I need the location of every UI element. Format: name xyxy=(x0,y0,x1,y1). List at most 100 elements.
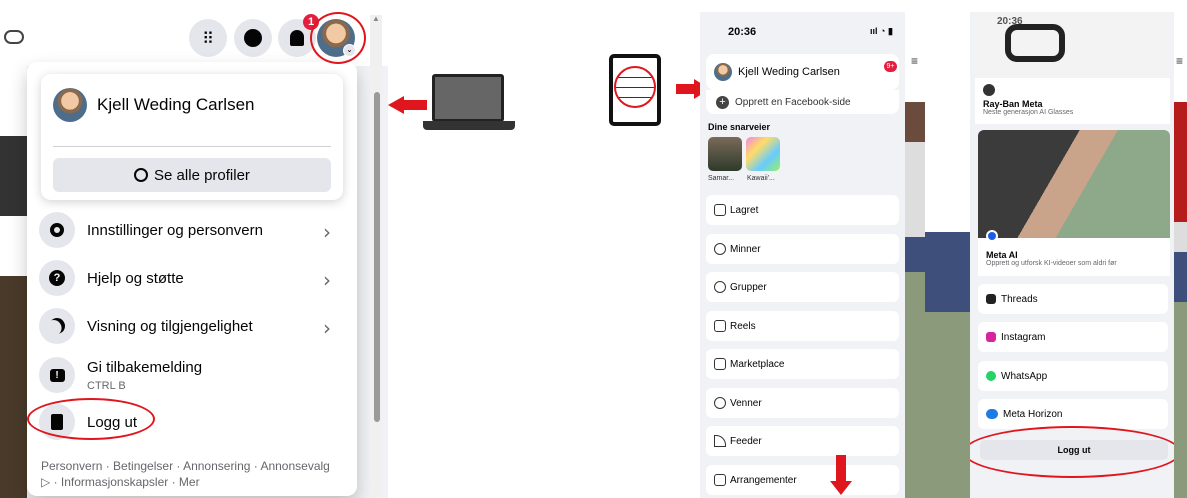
question-icon: ? xyxy=(39,260,75,296)
app-label: Threads xyxy=(1001,293,1038,305)
footer-line2[interactable]: ▷ · Informasjonskapsler · Mer xyxy=(41,474,347,490)
metaai-sub: Opprett og utforsk KI-videoer som aldri … xyxy=(986,260,1117,267)
highlight-avatar xyxy=(310,12,366,64)
metaai-image xyxy=(978,130,1170,238)
app-meta-horizon[interactable]: Meta Horizon xyxy=(978,399,1168,429)
scrollbar-thumb[interactable] xyxy=(374,92,380,422)
menu-item-label: Grupper xyxy=(730,281,767,293)
arrow-down-icon xyxy=(836,455,846,483)
calendar-icon xyxy=(714,474,726,486)
apps-menu-button[interactable]: ⠿ xyxy=(189,19,227,57)
bookmark-icon xyxy=(714,204,726,216)
menu-item-label: Marketplace xyxy=(730,358,785,370)
menu-item-label: Visning og tilgjengelighet xyxy=(87,317,253,335)
store-icon xyxy=(714,358,726,370)
menu-item-settings[interactable]: Innstillinger og personvern › xyxy=(39,207,345,253)
app-label: WhatsApp xyxy=(1001,370,1048,382)
arrow-left-icon xyxy=(388,96,404,114)
menu-item-saved[interactable]: Lagret xyxy=(706,195,899,225)
chevron-right-icon: › xyxy=(323,268,331,292)
laptop-icon xyxy=(432,74,504,122)
menu-item-label: Lagret xyxy=(730,204,759,216)
menu-item-friends[interactable]: Venner xyxy=(706,388,899,418)
menu-item-help[interactable]: ? Hjelp og støtte › xyxy=(39,255,345,301)
menu-item-events[interactable]: Arrangementer xyxy=(706,465,899,495)
feedback-icon: ! xyxy=(39,357,75,393)
groups-icon xyxy=(714,281,726,293)
rayban-icon xyxy=(983,84,995,96)
grid-icon: ⠿ xyxy=(202,28,214,48)
menu-item-feedback[interactable]: ! Gi tilbakemelding CTRL B xyxy=(39,351,345,399)
hamburger-icon xyxy=(614,66,656,108)
background-feed xyxy=(0,66,27,498)
avatar xyxy=(53,88,87,122)
app-instagram[interactable]: Instagram xyxy=(978,322,1168,352)
shortcut-label: Samar... xyxy=(708,175,735,182)
feedback-label: Gi tilbakemelding xyxy=(87,358,203,376)
status-time: 20:36 xyxy=(728,26,757,38)
menu-item-label: Minner xyxy=(730,243,761,255)
menu-item-display[interactable]: Visning og tilgjengelighet › xyxy=(39,303,345,349)
phone1-side-strip xyxy=(905,12,925,498)
profile-row[interactable]: Kjell Weding Carlsen xyxy=(706,54,899,90)
plus-icon: + xyxy=(716,95,729,109)
metaai-card[interactable]: Meta AI Opprett og utforsk KI-videoer so… xyxy=(978,238,1170,276)
arrow-down-head xyxy=(830,481,852,495)
chevron-right-icon: › xyxy=(323,316,331,340)
messenger-icon xyxy=(244,29,262,47)
profiles-icon xyxy=(134,168,149,182)
messenger-button[interactable] xyxy=(234,19,272,57)
menu-item-label: Arrangementer xyxy=(730,474,797,486)
avatar xyxy=(714,63,732,81)
app-label: Meta Horizon xyxy=(1003,408,1063,420)
menu-item-label: Feeder xyxy=(730,435,762,447)
reels-icon xyxy=(714,320,726,332)
shortcuts-title: Dine snarveier xyxy=(708,122,771,132)
profile-link[interactable]: Kjell Weding Carlsen xyxy=(41,74,343,136)
menu-item-reels[interactable]: Reels xyxy=(706,311,899,341)
profile-badge: 9+ xyxy=(884,61,897,72)
feedback-text: Gi tilbakemelding CTRL B xyxy=(87,359,202,392)
create-page-label: Opprett en Facebook-side xyxy=(735,96,851,108)
menu-item-marketplace[interactable]: Marketplace xyxy=(706,349,899,379)
footer-line1[interactable]: Personvern · Betingelser · Annonsering ·… xyxy=(41,458,347,474)
app-threads[interactable]: Threads xyxy=(978,284,1168,314)
menu-item-label: Reels xyxy=(730,320,756,332)
game-icon[interactable] xyxy=(4,30,24,44)
hamburger-icon[interactable]: ≡ xyxy=(911,54,918,68)
status-time: 20:36 xyxy=(997,16,1023,27)
see-all-profiles-button[interactable]: Se alle profiler xyxy=(53,158,331,192)
footer-links: Personvern · Betingelser · Annonsering ·… xyxy=(41,458,347,490)
shortcut-tile[interactable] xyxy=(708,137,742,171)
meta-horizon-icon xyxy=(986,409,998,419)
app-whatsapp[interactable]: WhatsApp xyxy=(978,361,1168,391)
laptop-base xyxy=(423,121,515,130)
glasses-icon xyxy=(1005,24,1065,62)
rayban-card[interactable]: Ray-Ban Meta Neste generasjon AI Glasses xyxy=(975,78,1170,124)
rayban-sub: Neste generasjon AI Glasses xyxy=(983,109,1074,116)
whatsapp-icon xyxy=(986,371,996,381)
menu-item-feeds[interactable]: Feeder xyxy=(706,426,899,456)
bell-icon xyxy=(290,30,304,46)
feed-icon xyxy=(714,435,726,447)
arrow-right-icon xyxy=(676,84,696,94)
instagram-icon xyxy=(986,332,996,342)
shortcut-tile[interactable] xyxy=(746,137,780,171)
hamburger-icon[interactable]: ≡ xyxy=(1176,54,1183,68)
profile-card: Kjell Weding Carlsen Se alle profiler xyxy=(41,74,343,200)
rayban-title: Ray-Ban Meta xyxy=(983,99,1043,109)
highlight-logout xyxy=(27,398,155,440)
menu-item-groups[interactable]: Grupper xyxy=(706,272,899,302)
chevron-right-icon: › xyxy=(323,220,331,244)
shortcut-label: Kawaii'... xyxy=(747,175,775,182)
scroll-up-icon[interactable]: ▲ xyxy=(372,14,380,23)
profile-name: Kjell Weding Carlsen xyxy=(97,95,255,114)
highlight-logout-mobile xyxy=(963,426,1181,478)
menu-item-memories[interactable]: Minner xyxy=(706,234,899,264)
status-icons: ııl ◔ ▮ xyxy=(870,26,893,36)
clock-icon xyxy=(714,243,726,255)
moon-icon xyxy=(39,308,75,344)
create-page-row[interactable]: + Opprett en Facebook-side xyxy=(706,90,899,114)
menu-item-label: Hjelp og støtte xyxy=(87,269,184,287)
phone2-side-right xyxy=(1174,12,1187,498)
